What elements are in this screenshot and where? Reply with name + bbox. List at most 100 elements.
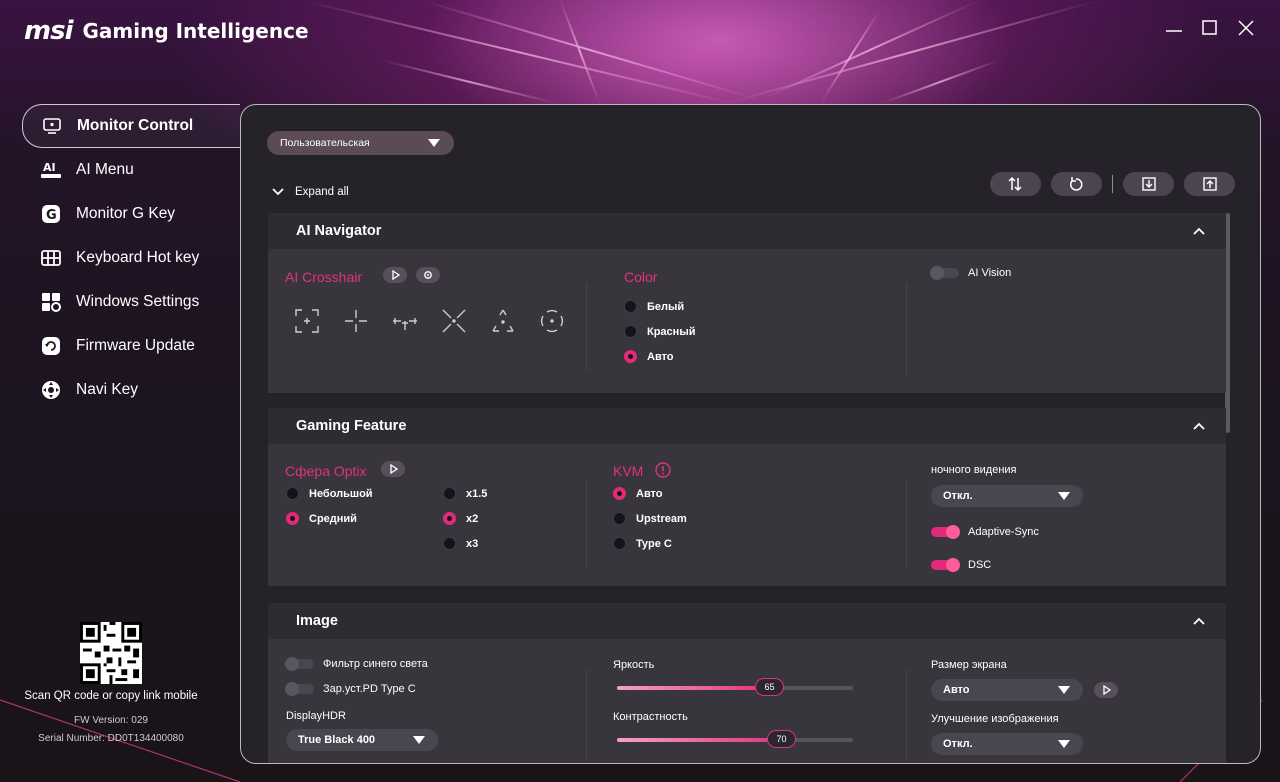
blue-light-filter-toggle[interactable]: Фильтр синего света	[285, 657, 428, 671]
chevron-down-icon	[1058, 492, 1070, 500]
export-button[interactable]	[1184, 172, 1235, 196]
crosshair-play-button[interactable]	[383, 267, 407, 283]
crosshair-option-5-icon[interactable]	[489, 307, 517, 335]
gaming-feature-section: Gaming Feature Сфера Optix Небольшой Сре…	[268, 408, 1226, 586]
crosshair-option-2-icon[interactable]	[342, 307, 370, 335]
screen-size-dropdown[interactable]: Авто	[931, 679, 1083, 701]
sidebar-item-navi-key[interactable]: Navi Key	[22, 368, 240, 412]
dsc-label: DSC	[968, 559, 992, 571]
dsc-toggle[interactable]: DSC	[931, 558, 992, 572]
adaptive-sync-toggle[interactable]: Adaptive-Sync	[931, 525, 1039, 539]
column-divider	[906, 480, 907, 568]
brightness-slider[interactable]: 65	[617, 678, 853, 696]
preset-dropdown[interactable]: Пользовательская	[267, 131, 454, 155]
contrast-thumb[interactable]: 70	[767, 730, 796, 748]
pd-typec-toggle[interactable]: Зар.уст.PD Type C	[285, 682, 416, 696]
play-icon	[1103, 685, 1111, 695]
import-button[interactable]	[1123, 172, 1174, 196]
color-radio-white[interactable]: Белый	[624, 300, 684, 313]
screen-size-play-button[interactable]	[1094, 682, 1118, 698]
sidebar-item-windows-settings[interactable]: Windows Settings	[22, 280, 240, 324]
section-title: Image	[296, 613, 338, 629]
color-radio-auto[interactable]: Авто	[624, 350, 674, 363]
kvm-radio-typec[interactable]: Type C	[613, 537, 672, 550]
section-body: Фильтр синего света Зар.уст.PD Type C Di…	[268, 639, 1226, 763]
image-enhance-dropdown[interactable]: Откл.	[931, 733, 1083, 755]
adaptive-sync-label: Adaptive-Sync	[968, 526, 1039, 538]
sidebar-item-monitor-g-key[interactable]: G Monitor G Key	[22, 192, 240, 236]
crosshair-option-6-icon[interactable]	[538, 307, 566, 335]
keyboard-icon	[40, 247, 62, 269]
toolbar	[989, 172, 1235, 196]
maximize-icon[interactable]	[1198, 16, 1222, 40]
optix-zoom-3[interactable]: x3	[443, 537, 478, 550]
sidebar-item-label: Monitor G Key	[76, 205, 176, 222]
sidebar-item-ai-menu[interactable]: AI AI Menu	[22, 148, 240, 192]
chevron-up-icon[interactable]	[1192, 421, 1206, 431]
display-hdr-dropdown[interactable]: True Black 400	[286, 729, 438, 751]
firmware-update-icon	[40, 335, 62, 357]
fw-version: FW Version: 029	[74, 715, 148, 726]
contrast-slider[interactable]: 70	[617, 730, 853, 748]
optix-title: Сфера Optix	[285, 463, 367, 479]
optix-size-small[interactable]: Небольшой	[286, 487, 373, 500]
chevron-up-icon[interactable]	[1192, 616, 1206, 626]
close-icon[interactable]	[1234, 16, 1258, 40]
app-logo: msi Gaming Intelligence	[24, 16, 309, 46]
warning-icon[interactable]	[655, 462, 671, 478]
kvm-title: KVM	[613, 463, 644, 479]
chevron-up-icon[interactable]	[1192, 226, 1206, 236]
optix-size-medium[interactable]: Средний	[286, 512, 357, 525]
color-title: Color	[624, 269, 658, 285]
section-header[interactable]: Image	[268, 603, 1226, 639]
sidebar-item-label: Monitor Control	[77, 117, 194, 134]
sidebar-item-keyboard-hot-key[interactable]: Keyboard Hot key	[22, 236, 240, 280]
monitor-icon	[41, 115, 63, 137]
night-vision-label: ночного видения	[931, 464, 1017, 476]
contrast-fill	[617, 738, 782, 742]
sidebar-item-label: Navi Key	[76, 381, 139, 398]
crosshair-option-1-icon[interactable]	[293, 307, 321, 335]
brightness-thumb[interactable]: 65	[755, 678, 784, 696]
minimize-icon[interactable]	[1162, 16, 1186, 40]
night-vision-value: Откл.	[943, 490, 973, 502]
import-icon	[1141, 177, 1156, 191]
ai-vision-toggle[interactable]: AI Vision	[930, 266, 1011, 280]
image-section: Image Фильтр синего света Зар.уст.PD Typ…	[268, 603, 1226, 763]
crosshair-option-4-icon[interactable]	[440, 307, 468, 335]
section-header[interactable]: AI Navigator	[268, 213, 1226, 249]
windows-settings-icon	[40, 291, 62, 313]
optix-play-button[interactable]	[381, 461, 405, 477]
sidebar-footer: Scan QR code or copy link mobile FW Vers…	[0, 622, 222, 748]
crosshair-settings-button[interactable]	[416, 267, 440, 283]
night-vision-dropdown[interactable]: Откл.	[931, 485, 1083, 507]
image-enhance-value: Откл.	[943, 738, 973, 750]
qr-code[interactable]	[80, 622, 142, 684]
sort-button[interactable]	[989, 172, 1041, 196]
optix-zoom-1-5[interactable]: x1.5	[443, 487, 487, 500]
contrast-label: Контрастность	[613, 711, 688, 723]
sidebar-item-monitor-control[interactable]: Monitor Control	[22, 104, 240, 148]
main-panel: Пользовательская Expand all AI Navigator…	[240, 104, 1261, 764]
brand-logo: msi	[24, 16, 73, 46]
window-controls	[1162, 16, 1258, 40]
reset-button[interactable]	[1050, 172, 1102, 196]
section-header[interactable]: Gaming Feature	[268, 408, 1226, 444]
sidebar-item-label: Keyboard Hot key	[76, 249, 200, 266]
expand-all-toggle[interactable]: Expand all	[271, 186, 349, 198]
kvm-radio-upstream[interactable]: Upstream	[613, 512, 687, 525]
preset-value: Пользовательская	[280, 137, 370, 149]
column-divider	[906, 283, 907, 375]
display-hdr-label: DisplayHDR	[286, 710, 346, 722]
crosshair-option-3-icon[interactable]	[391, 307, 419, 335]
sidebar-item-firmware-update[interactable]: Firmware Update	[22, 324, 240, 368]
optix-zoom-2[interactable]: x2	[443, 512, 478, 525]
sidebar-nav: Monitor Control AI AI Menu G Monitor G K…	[22, 104, 240, 412]
image-enhance-label: Улучшение изображения	[931, 713, 1059, 725]
color-radio-red[interactable]: Красный	[624, 325, 695, 338]
expand-all-label: Expand all	[295, 186, 349, 198]
kvm-radio-auto[interactable]: Авто	[613, 487, 663, 500]
sidebar-item-label: Windows Settings	[76, 293, 200, 310]
export-icon	[1202, 177, 1217, 191]
display-hdr-value: True Black 400	[298, 734, 376, 746]
